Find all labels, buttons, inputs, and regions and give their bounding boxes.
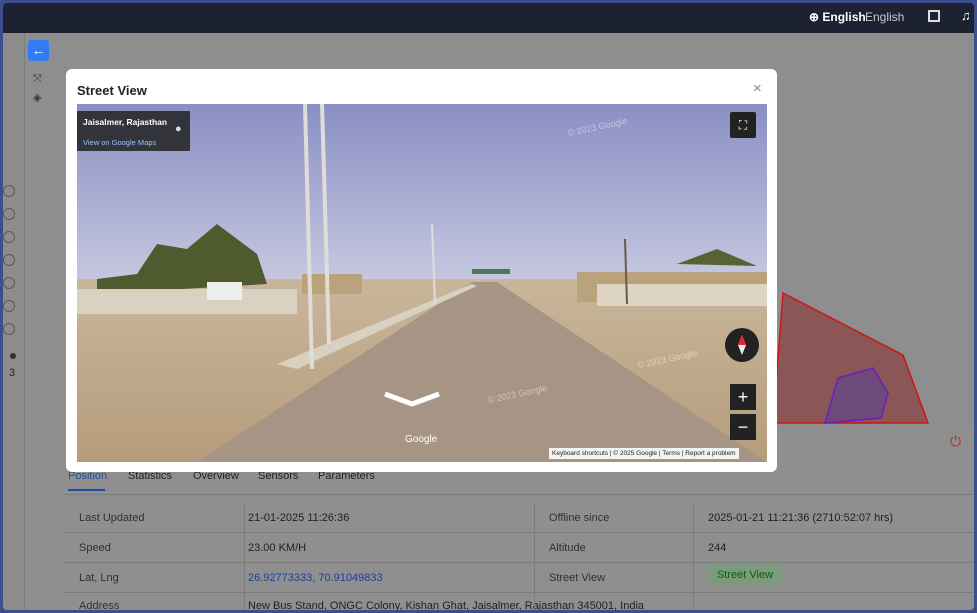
compass-icon[interactable] xyxy=(725,328,759,362)
list-radio[interactable] xyxy=(3,323,15,335)
last-updated-label: Last Updated xyxy=(79,512,145,524)
language-selector[interactable]: ⊕ English xyxy=(809,10,866,24)
panorama-image xyxy=(77,104,767,462)
globe-icon: ⊕ xyxy=(809,10,823,24)
altitude-value: 244 xyxy=(708,542,727,554)
table-row: Speed 23.00 KM/H Altitude 244 xyxy=(63,533,974,563)
location-card: Jaisalmer, Rajasthan View on Google Maps… xyxy=(77,111,190,151)
power-icon[interactable]: ⏻ xyxy=(950,433,961,450)
list-radio[interactable] xyxy=(3,185,15,197)
expand-icon[interactable]: ⤧ xyxy=(33,73,42,86)
column-divider xyxy=(693,503,694,610)
table-row: Lat, Lng 26.92773333, 70.91049833 Street… xyxy=(63,563,974,593)
pin-icon[interactable]: ● xyxy=(175,123,182,135)
list-radio[interactable] xyxy=(3,254,15,266)
address-label: Address xyxy=(79,600,120,610)
close-icon[interactable]: × xyxy=(753,80,762,97)
fullscreen-icon[interactable] xyxy=(928,10,940,22)
address-value: New Bus Stand, ONGC Colony, Kishan Ghat,… xyxy=(248,600,645,610)
map-geofence xyxy=(772,291,930,424)
speed-label: Speed xyxy=(79,542,111,554)
zoom-in-button[interactable]: + xyxy=(730,384,756,410)
bell-icon[interactable]: ♫ xyxy=(961,8,971,23)
altitude-label: Altitude xyxy=(549,542,586,554)
left-sidebar xyxy=(3,33,25,610)
table-row: Last Updated 21-01-2025 11:26:36 Offline… xyxy=(63,503,974,533)
map-attribution[interactable]: Keyboard shortcuts | © 2025 Google | Ter… xyxy=(549,448,739,459)
street-view-modal: Street View × © 2023 Google © 2023 Googl… xyxy=(66,69,777,472)
street-view-panorama[interactable]: © 2023 Google © 2023 Google © 2023 Googl… xyxy=(77,104,767,462)
fullscreen-icon[interactable]: ⛶ xyxy=(730,112,756,138)
list-radio[interactable] xyxy=(3,300,15,312)
latlng-link[interactable]: 26.92773333, 70.91049833 xyxy=(248,572,383,584)
top-bar: ⊕ English English ♫ xyxy=(3,3,974,33)
location-name: Jaisalmer, Rajasthan xyxy=(83,117,168,127)
offline-since-label: Offline since xyxy=(549,512,610,524)
google-logo: Google xyxy=(405,434,438,445)
street-view-label: Street View xyxy=(549,572,606,584)
speed-value: 23.00 KM/H xyxy=(248,542,307,554)
zoom-out-button[interactable]: − xyxy=(730,414,756,440)
list-radio[interactable] xyxy=(3,231,15,243)
last-updated-value: 21-01-2025 11:26:36 xyxy=(248,512,350,524)
list-radio[interactable] xyxy=(3,277,15,289)
latlng-label: Lat, Lng xyxy=(79,572,119,584)
active-tab-indicator xyxy=(68,489,105,491)
item-count: 3 xyxy=(9,367,16,379)
list-radio[interactable] xyxy=(3,208,15,220)
offline-since-value: 2025-01-21 11:21:36 (2710:52:07 hrs) xyxy=(708,512,894,524)
modal-title: Street View xyxy=(77,83,147,98)
status-dot xyxy=(10,353,16,359)
column-divider xyxy=(244,503,245,610)
street-view-button[interactable]: Street View xyxy=(708,564,782,586)
language-option[interactable]: English xyxy=(865,10,904,24)
view-on-google-maps-link[interactable]: View on Google Maps xyxy=(83,138,156,147)
back-arrow-icon[interactable]: ← xyxy=(28,40,49,61)
layers-icon[interactable]: ◈ xyxy=(33,91,41,104)
app-window: ⊕ English English ♫ 3 ← ⤧ ◈ ⏻ Position S… xyxy=(3,3,974,610)
column-divider xyxy=(534,503,535,610)
table-row: Address New Bus Stand, ONGC Colony, Kish… xyxy=(63,593,974,610)
